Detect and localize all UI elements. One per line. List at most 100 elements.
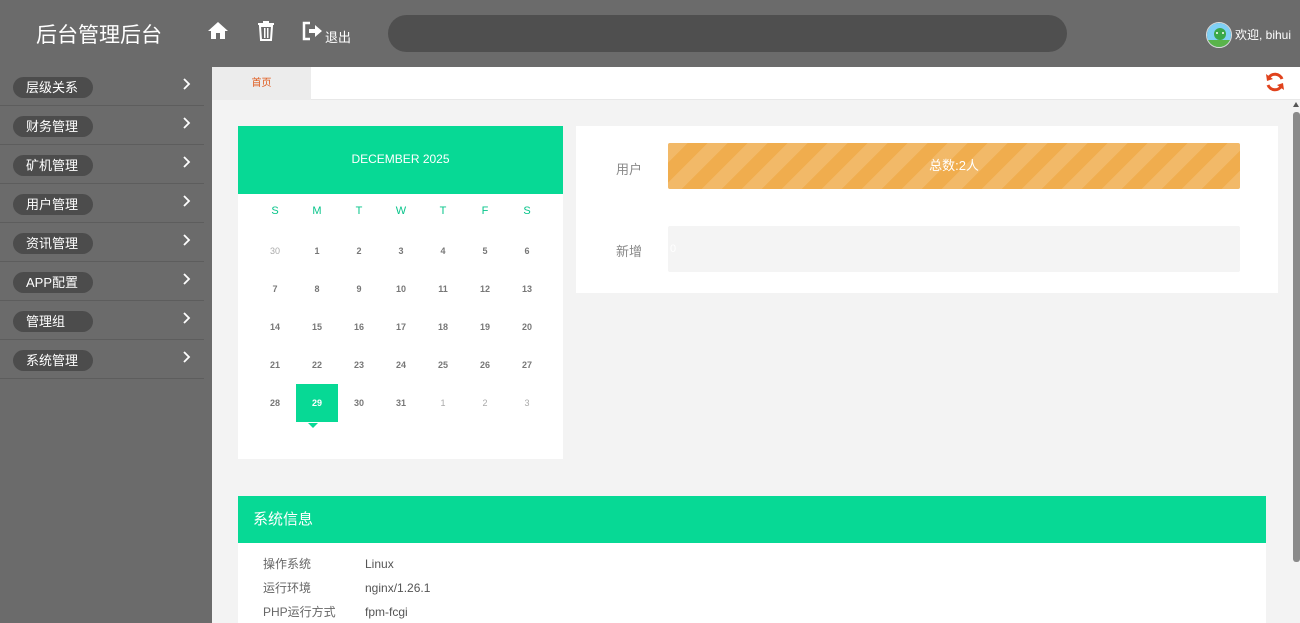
calendar-month-label[interactable]: DECEMBER 2025 (238, 126, 563, 194)
calendar-day[interactable]: 6 (506, 232, 548, 270)
stats-panel: 用户 总数:2人 新增 0 (576, 126, 1278, 293)
sidebar-item-app-config[interactable]: APP配置 (0, 262, 204, 301)
calendar-day[interactable]: 8 (296, 270, 338, 308)
calendar-day[interactable]: 22 (296, 346, 338, 384)
system-info-panel: 系统信息 操作系统 Linux 运行环境 nginx/1.26.1 PHP运行方式 f… (238, 496, 1266, 623)
calendar-widget: DECEMBER 2025 S M T W T F S 30 1 2 3 4 5 6 7 8 9 10 11 12 13… (238, 126, 563, 459)
system-info-title: 系统信息 (238, 496, 1266, 543)
calendar-day[interactable]: 30 (338, 384, 380, 422)
chevron-right-icon (182, 194, 192, 208)
sidebar-item-system[interactable]: 系统管理 (0, 340, 204, 379)
calendar-day[interactable]: 2 (338, 232, 380, 270)
calendar-day[interactable]: 10 (380, 270, 422, 308)
calendar-day[interactable]: 18 (422, 308, 464, 346)
system-info-value: nginx/1.26.1 (365, 581, 431, 595)
sidebar-item-admin-group[interactable]: 管理组 (0, 301, 204, 340)
calendar-weekday: F (481, 205, 489, 217)
sidebar-item-hierarchy[interactable]: 层级关系 (0, 67, 204, 106)
sidebar-item-label: 用户管理 (13, 194, 93, 215)
calendar-day[interactable]: 9 (338, 270, 380, 308)
calendar-day[interactable]: 2 (464, 384, 506, 422)
calendar-day[interactable]: 26 (464, 346, 506, 384)
avatar[interactable] (1206, 22, 1232, 48)
calendar-day[interactable]: 4 (422, 232, 464, 270)
calendar-weekday: T (355, 205, 363, 217)
sidebar-item-label: 层级关系 (13, 77, 93, 98)
top-bar: 后台管理后台 退出 欢迎, bihui (0, 0, 1300, 67)
sidebar-item-miners[interactable]: 矿机管理 (0, 145, 204, 184)
users-progress-bar: 总数:2人 (668, 143, 1240, 189)
chevron-right-icon (182, 155, 192, 169)
tab-bar: 首页 (212, 67, 1300, 100)
new-label: 新增 (616, 244, 643, 259)
calendar-day[interactable]: 14 (254, 308, 296, 346)
chevron-right-icon (182, 311, 192, 325)
page-scrollbar[interactable] (1293, 102, 1300, 623)
sidebar-item-label: APP配置 (13, 272, 93, 293)
calendar-weekday: M (312, 205, 322, 217)
calendar-day[interactable]: 1 (296, 232, 338, 270)
new-count-text: 0 (670, 243, 677, 255)
calendar-day[interactable]: 17 (380, 308, 422, 346)
search-input[interactable] (388, 15, 1067, 52)
today-marker-icon (308, 423, 318, 428)
trash-icon[interactable] (256, 20, 278, 42)
system-info-row: 操作系统 Linux (263, 555, 394, 572)
system-info-row: PHP运行方式 fpm-fcgi (263, 603, 408, 620)
calendar-day[interactable]: 1 (422, 384, 464, 422)
calendar-day[interactable]: 25 (422, 346, 464, 384)
calendar-weekday: W (395, 205, 407, 217)
chevron-right-icon (182, 350, 192, 364)
system-info-value: fpm-fcgi (365, 605, 408, 619)
calendar-day[interactable]: 27 (506, 346, 548, 384)
calendar-day[interactable]: 3 (380, 232, 422, 270)
calendar-day[interactable]: 23 (338, 346, 380, 384)
calendar-weekday: T (439, 205, 447, 217)
calendar-day[interactable]: 19 (464, 308, 506, 346)
chevron-right-icon (182, 272, 192, 286)
sidebar-item-label: 资讯管理 (13, 233, 93, 254)
calendar-day[interactable]: 28 (254, 384, 296, 422)
users-label: 用户 (616, 162, 643, 177)
calendar-day[interactable]: 5 (464, 232, 506, 270)
app-logo: 后台管理后台 (36, 24, 162, 47)
system-info-value: Linux (365, 557, 394, 571)
calendar-day[interactable]: 29 (296, 384, 338, 422)
calendar-day[interactable]: 15 (296, 308, 338, 346)
calendar-day[interactable]: 31 (380, 384, 422, 422)
sidebar-item-label: 管理组 (13, 311, 93, 332)
sidebar-item-news[interactable]: 资讯管理 (0, 223, 204, 262)
sidebar-item-finance[interactable]: 财务管理 (0, 106, 204, 145)
system-info-key: 操作系统 (263, 557, 312, 571)
sidebar-item-label: 矿机管理 (13, 155, 93, 176)
calendar-day[interactable]: 7 (254, 270, 296, 308)
scrollbar-thumb[interactable] (1293, 112, 1300, 562)
calendar-day[interactable]: 3 (506, 384, 548, 422)
logout-label[interactable]: 退出 (325, 27, 351, 46)
chevron-right-icon (182, 233, 192, 247)
new-progress-bar: 0 (668, 226, 1240, 272)
calendar-day[interactable]: 30 (254, 232, 296, 270)
sidebar-item-label: 财务管理 (13, 116, 93, 137)
logout-icon[interactable] (301, 20, 323, 42)
calendar-day[interactable]: 11 (422, 270, 464, 308)
tab-home[interactable]: 首页 (212, 67, 311, 100)
home-icon[interactable] (207, 20, 229, 42)
welcome-text[interactable]: 欢迎, bihui (1235, 26, 1291, 43)
system-info-key: PHP运行方式 (263, 605, 336, 619)
calendar-day[interactable]: 16 (338, 308, 380, 346)
calendar-day[interactable]: 12 (464, 270, 506, 308)
chevron-right-icon (182, 116, 192, 130)
calendar-day[interactable]: 21 (254, 346, 296, 384)
sidebar-item-users[interactable]: 用户管理 (0, 184, 204, 223)
calendar-weekday: S (271, 205, 279, 217)
calendar-day[interactable]: 20 (506, 308, 548, 346)
calendar-day[interactable]: 24 (380, 346, 422, 384)
sidebar-item-label: 系统管理 (13, 350, 93, 371)
refresh-icon[interactable] (1264, 71, 1286, 93)
calendar-weekday: S (523, 205, 531, 217)
chevron-right-icon (182, 77, 192, 91)
calendar-day[interactable]: 13 (506, 270, 548, 308)
scroll-up-icon[interactable] (1293, 102, 1299, 107)
users-total-text: 总数:2人 (929, 158, 979, 173)
